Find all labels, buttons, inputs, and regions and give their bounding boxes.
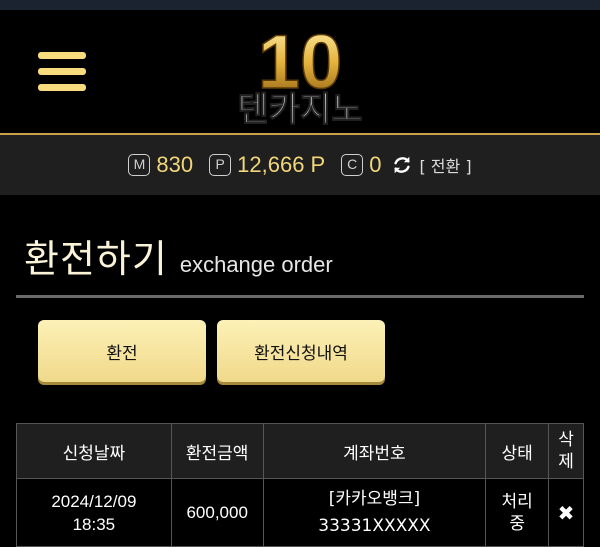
exchange-history-button[interactable]: 환전신청내역	[217, 320, 385, 382]
header-date: 신청날짜	[16, 423, 172, 479]
money-icon: M	[128, 154, 151, 176]
page-title-en: exchange order	[179, 252, 333, 277]
row-date: 2024/12/09	[51, 491, 137, 511]
balance-bar: M 830 P 12,666 P C 0 [ 전환 ]	[0, 135, 600, 195]
logo-name: 텐카지노	[237, 90, 362, 130]
header-delete: 삭 제	[548, 423, 584, 479]
header-delete-line1: 삭	[558, 430, 574, 450]
header-account: 계좌번호	[262, 423, 487, 479]
logo[interactable]: 10 텐카지노	[210, 18, 390, 130]
menu-icon[interactable]	[38, 52, 86, 92]
row-account-number[interactable]: 33331XXXXX	[264, 513, 486, 540]
table-row: 2024/12/09 18:35 600,000 [카카오뱅크] 33331XX…	[16, 478, 584, 547]
row-status-line1: 처리	[501, 491, 533, 512]
money-balance: M 830	[128, 152, 193, 178]
row-bank[interactable]: [카카오뱅크]	[264, 486, 486, 513]
cell-amount: 600,000	[170, 478, 264, 547]
casino-icon: C	[341, 154, 364, 176]
point-icon: P	[209, 154, 232, 176]
switch-button[interactable]: [ 전환 ]	[419, 153, 471, 177]
exchange-table: 신청날짜 환전금액 계좌번호 상태 삭 제 2024/12/09 18:35 6…	[16, 423, 584, 547]
point-value: 12,666 P	[237, 152, 326, 177]
header: 10 텐카지노	[0, 10, 600, 134]
cell-date: 2024/12/09 18:35	[16, 478, 172, 547]
row-time: 18:35	[72, 514, 116, 534]
casino-balance: C 0	[341, 152, 381, 178]
cell-delete: ✖	[548, 478, 584, 547]
exchange-button[interactable]: 환전	[38, 320, 206, 382]
money-value: 830	[156, 152, 194, 177]
header-status: 상태	[485, 423, 550, 479]
point-balance: P 12,666 P	[209, 152, 325, 178]
top-strip	[0, 0, 600, 10]
header-amount: 환전금액	[170, 423, 264, 479]
table-header-row: 신청날짜 환전금액 계좌번호 상태 삭 제	[16, 423, 584, 479]
cell-account[interactable]: [카카오뱅크] 33331XXXXX	[262, 478, 487, 547]
refresh-icon[interactable]	[391, 154, 413, 176]
page-title-ko: 환전하기	[24, 237, 168, 281]
row-status-line2: 중	[509, 513, 525, 534]
casino-value: 0	[369, 152, 382, 177]
cell-status: 처리 중	[485, 478, 550, 547]
delete-icon[interactable]: ✖	[558, 501, 575, 525]
title-divider	[16, 295, 584, 298]
page-title: 환전하기 exchange order	[24, 228, 333, 283]
header-delete-line2: 제	[558, 452, 574, 472]
